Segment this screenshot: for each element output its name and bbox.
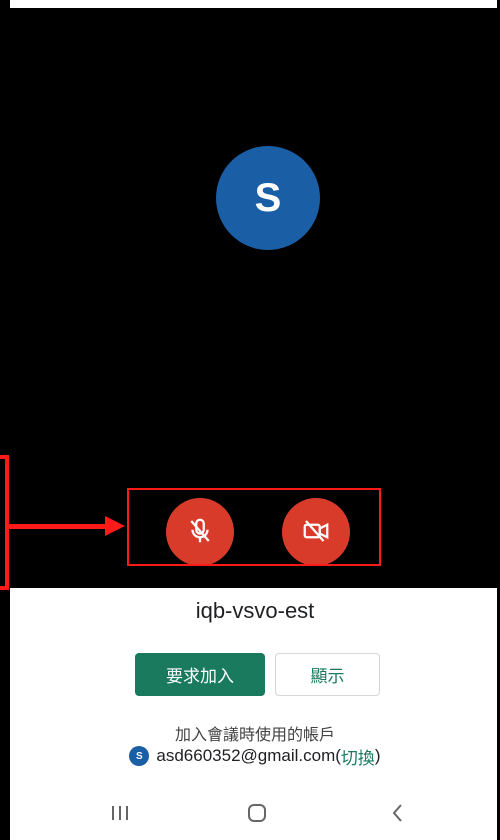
system-nav-bar — [10, 790, 497, 840]
callout-arrow-line — [9, 524, 109, 529]
back-button[interactable] — [383, 802, 413, 828]
account-avatar: S — [129, 746, 150, 766]
recent-apps-button[interactable] — [105, 802, 135, 828]
account-row: S asd660352@gmail.com ( 切換 ) — [10, 744, 500, 768]
home-icon — [246, 802, 268, 829]
user-avatar: S — [216, 146, 320, 250]
meeting-code: iqb-vsvo-est — [195, 598, 315, 623]
paren-close: ) — [374, 746, 381, 765]
controls-highlight-box — [127, 488, 381, 566]
callout-arrow-head-icon — [105, 516, 125, 536]
ask-to-join-button[interactable]: 要求加入 — [135, 653, 265, 696]
account-email: asd660352@gmail.com — [156, 746, 336, 765]
home-button[interactable] — [242, 802, 272, 828]
show-button[interactable]: 顯示 — [275, 653, 380, 696]
switch-account-link[interactable]: 切換 — [341, 744, 375, 769]
back-chevron-icon — [388, 802, 408, 829]
left-frame-border — [0, 0, 10, 840]
account-caption: 加入會議時使用的帳戶 — [174, 727, 335, 744]
callout-bracket — [0, 455, 9, 590]
recent-apps-icon — [109, 803, 131, 828]
